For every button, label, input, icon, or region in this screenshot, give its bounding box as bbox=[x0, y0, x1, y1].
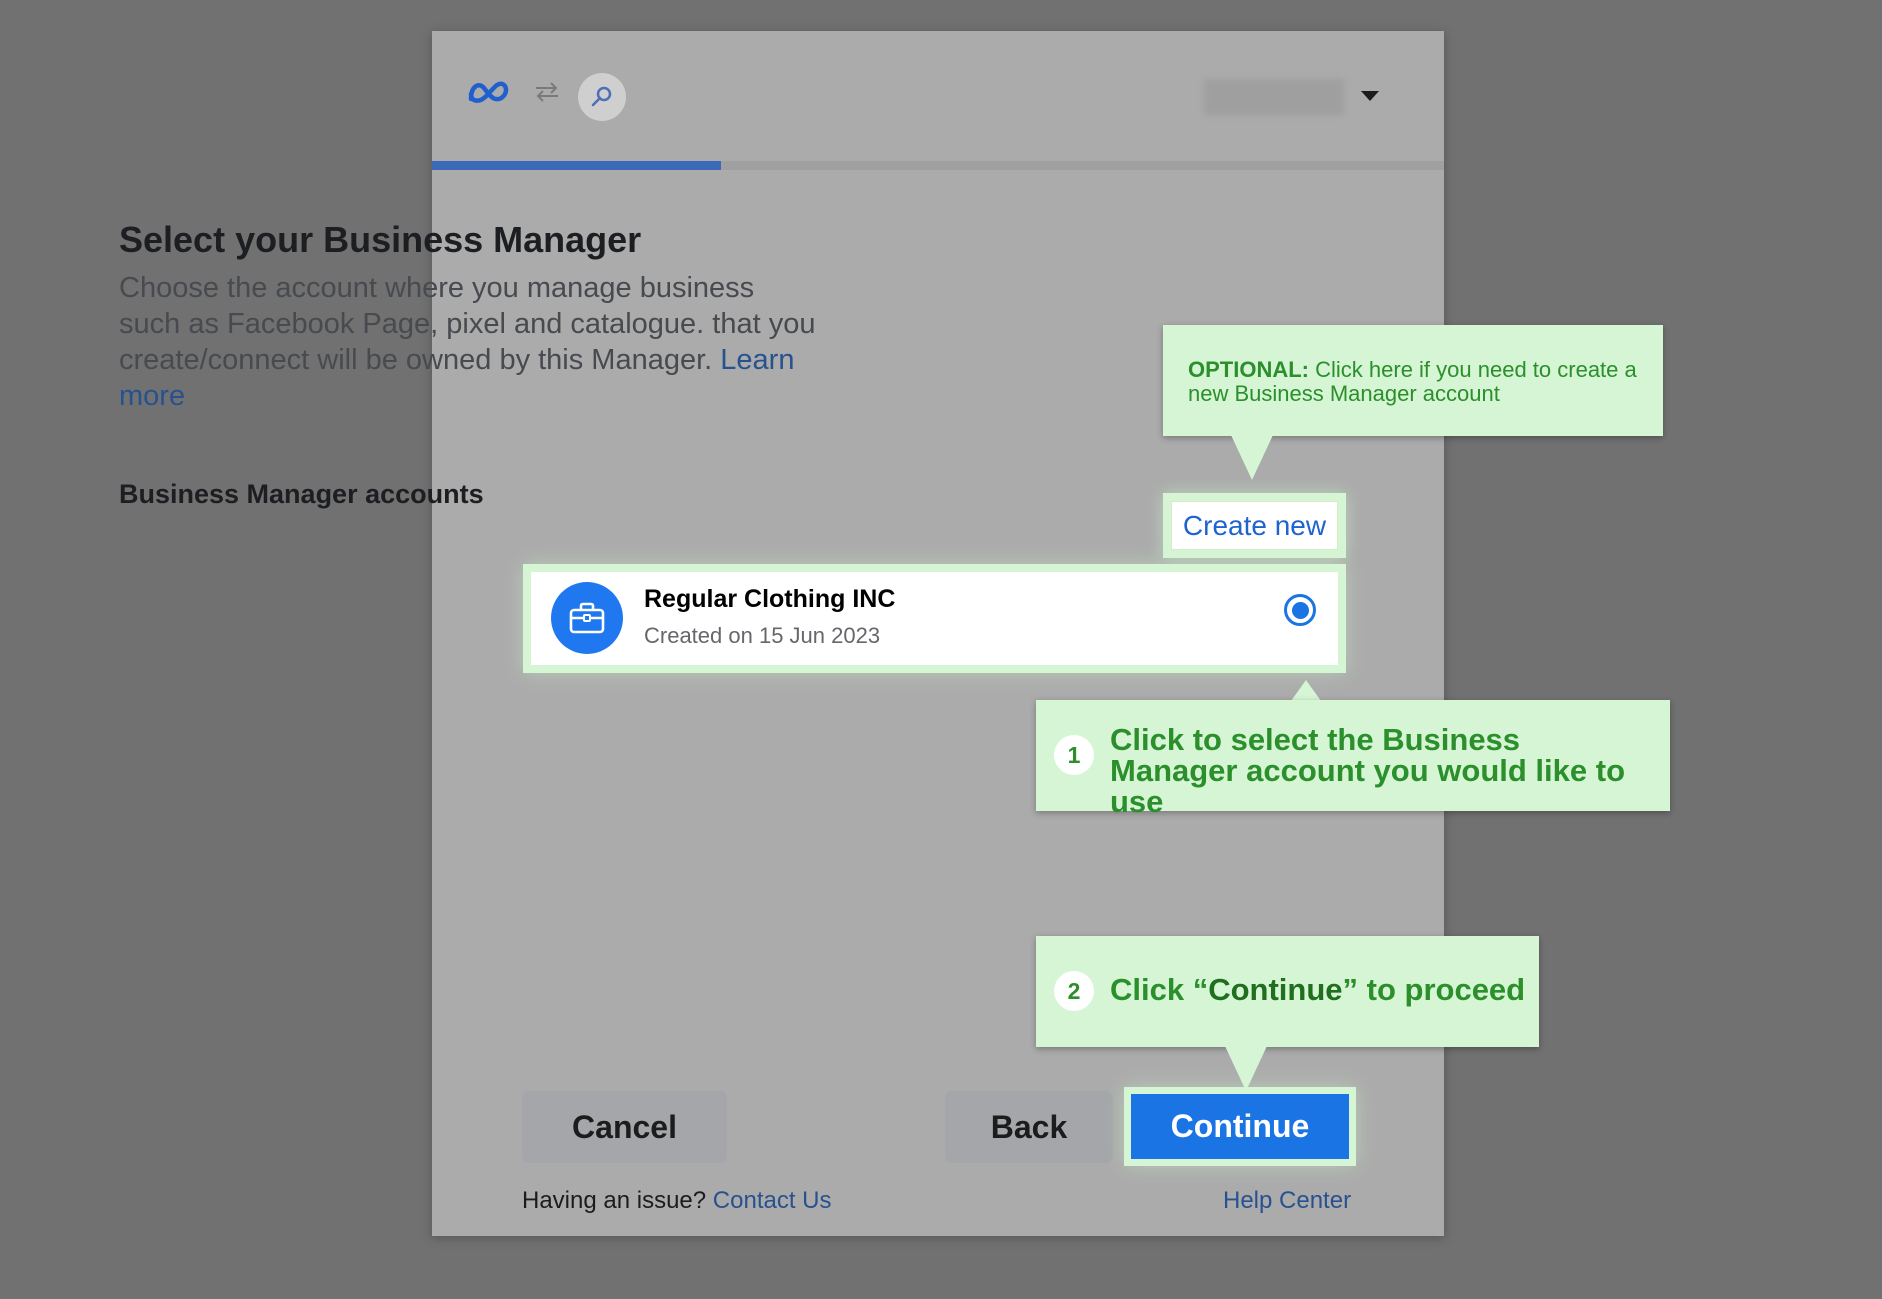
account-radio-button[interactable] bbox=[1284, 594, 1316, 626]
step2-prefix: Click “ bbox=[1110, 972, 1209, 1007]
caret-down-icon[interactable] bbox=[1361, 91, 1379, 101]
meta-logo-icon bbox=[468, 81, 509, 103]
issue-text: Having an issue? bbox=[522, 1187, 707, 1214]
account-highlight: Regular Clothing INC Created on 15 Jun 2… bbox=[523, 564, 1346, 673]
step2-text: Click “Continue” to proceed bbox=[1110, 974, 1530, 1005]
create-new-button[interactable]: Create new bbox=[1171, 501, 1338, 550]
help-center-link[interactable]: Help Center bbox=[1223, 1187, 1351, 1215]
step2-bold: Continue bbox=[1208, 972, 1343, 1007]
step2-number: 2 bbox=[1054, 971, 1094, 1011]
continue-highlight: Continue bbox=[1124, 1087, 1356, 1166]
back-button[interactable]: Back bbox=[945, 1091, 1113, 1163]
account-name-redacted[interactable] bbox=[1204, 79, 1344, 115]
step1-callout: 1 Click to select the Business Manager a… bbox=[1036, 700, 1670, 817]
create-new-highlight: Create new bbox=[1163, 493, 1346, 558]
dialog-header bbox=[432, 31, 1444, 161]
page-description: Choose the account where you manage busi… bbox=[119, 270, 819, 414]
optional-callout-text: OPTIONAL: Click here if you need to crea… bbox=[1188, 358, 1648, 406]
optional-callout: OPTIONAL: Click here if you need to crea… bbox=[1163, 325, 1663, 436]
radio-selected-dot bbox=[1291, 601, 1309, 619]
account-name: Regular Clothing INC bbox=[644, 585, 896, 613]
step2-callout-pointer bbox=[1225, 1046, 1267, 1091]
step2-callout: 2 Click “Continue” to proceed bbox=[1036, 936, 1539, 1047]
step1-callout-pointer bbox=[1291, 680, 1321, 701]
briefcase-icon bbox=[551, 582, 623, 654]
page-title: Select your Business Manager bbox=[119, 219, 642, 260]
progress-bar bbox=[432, 161, 1444, 170]
issue-prompt: Having an issue? Contact Us bbox=[522, 1187, 832, 1215]
swap-arrows-icon bbox=[536, 82, 558, 102]
accounts-section-label: Business Manager accounts bbox=[119, 479, 484, 509]
account-created-date: Created on 15 Jun 2023 bbox=[644, 623, 881, 648]
step1-number: 1 bbox=[1054, 735, 1094, 775]
account-list-item[interactable]: Regular Clothing INC Created on 15 Jun 2… bbox=[531, 572, 1338, 665]
optional-callout-pointer bbox=[1231, 435, 1273, 480]
step1-text: Click to select the Business Manager acc… bbox=[1110, 722, 1626, 819]
contact-us-link[interactable]: Contact Us bbox=[713, 1187, 832, 1214]
continue-button[interactable]: Continue bbox=[1131, 1094, 1349, 1159]
cancel-button[interactable]: Cancel bbox=[522, 1091, 727, 1163]
progress-fill bbox=[432, 161, 722, 170]
optional-label: OPTIONAL: bbox=[1188, 357, 1309, 382]
app-link-icon bbox=[578, 73, 626, 121]
description-text: Choose the account where you manage busi… bbox=[119, 272, 816, 376]
step2-suffix: ” to proceed bbox=[1342, 972, 1526, 1007]
